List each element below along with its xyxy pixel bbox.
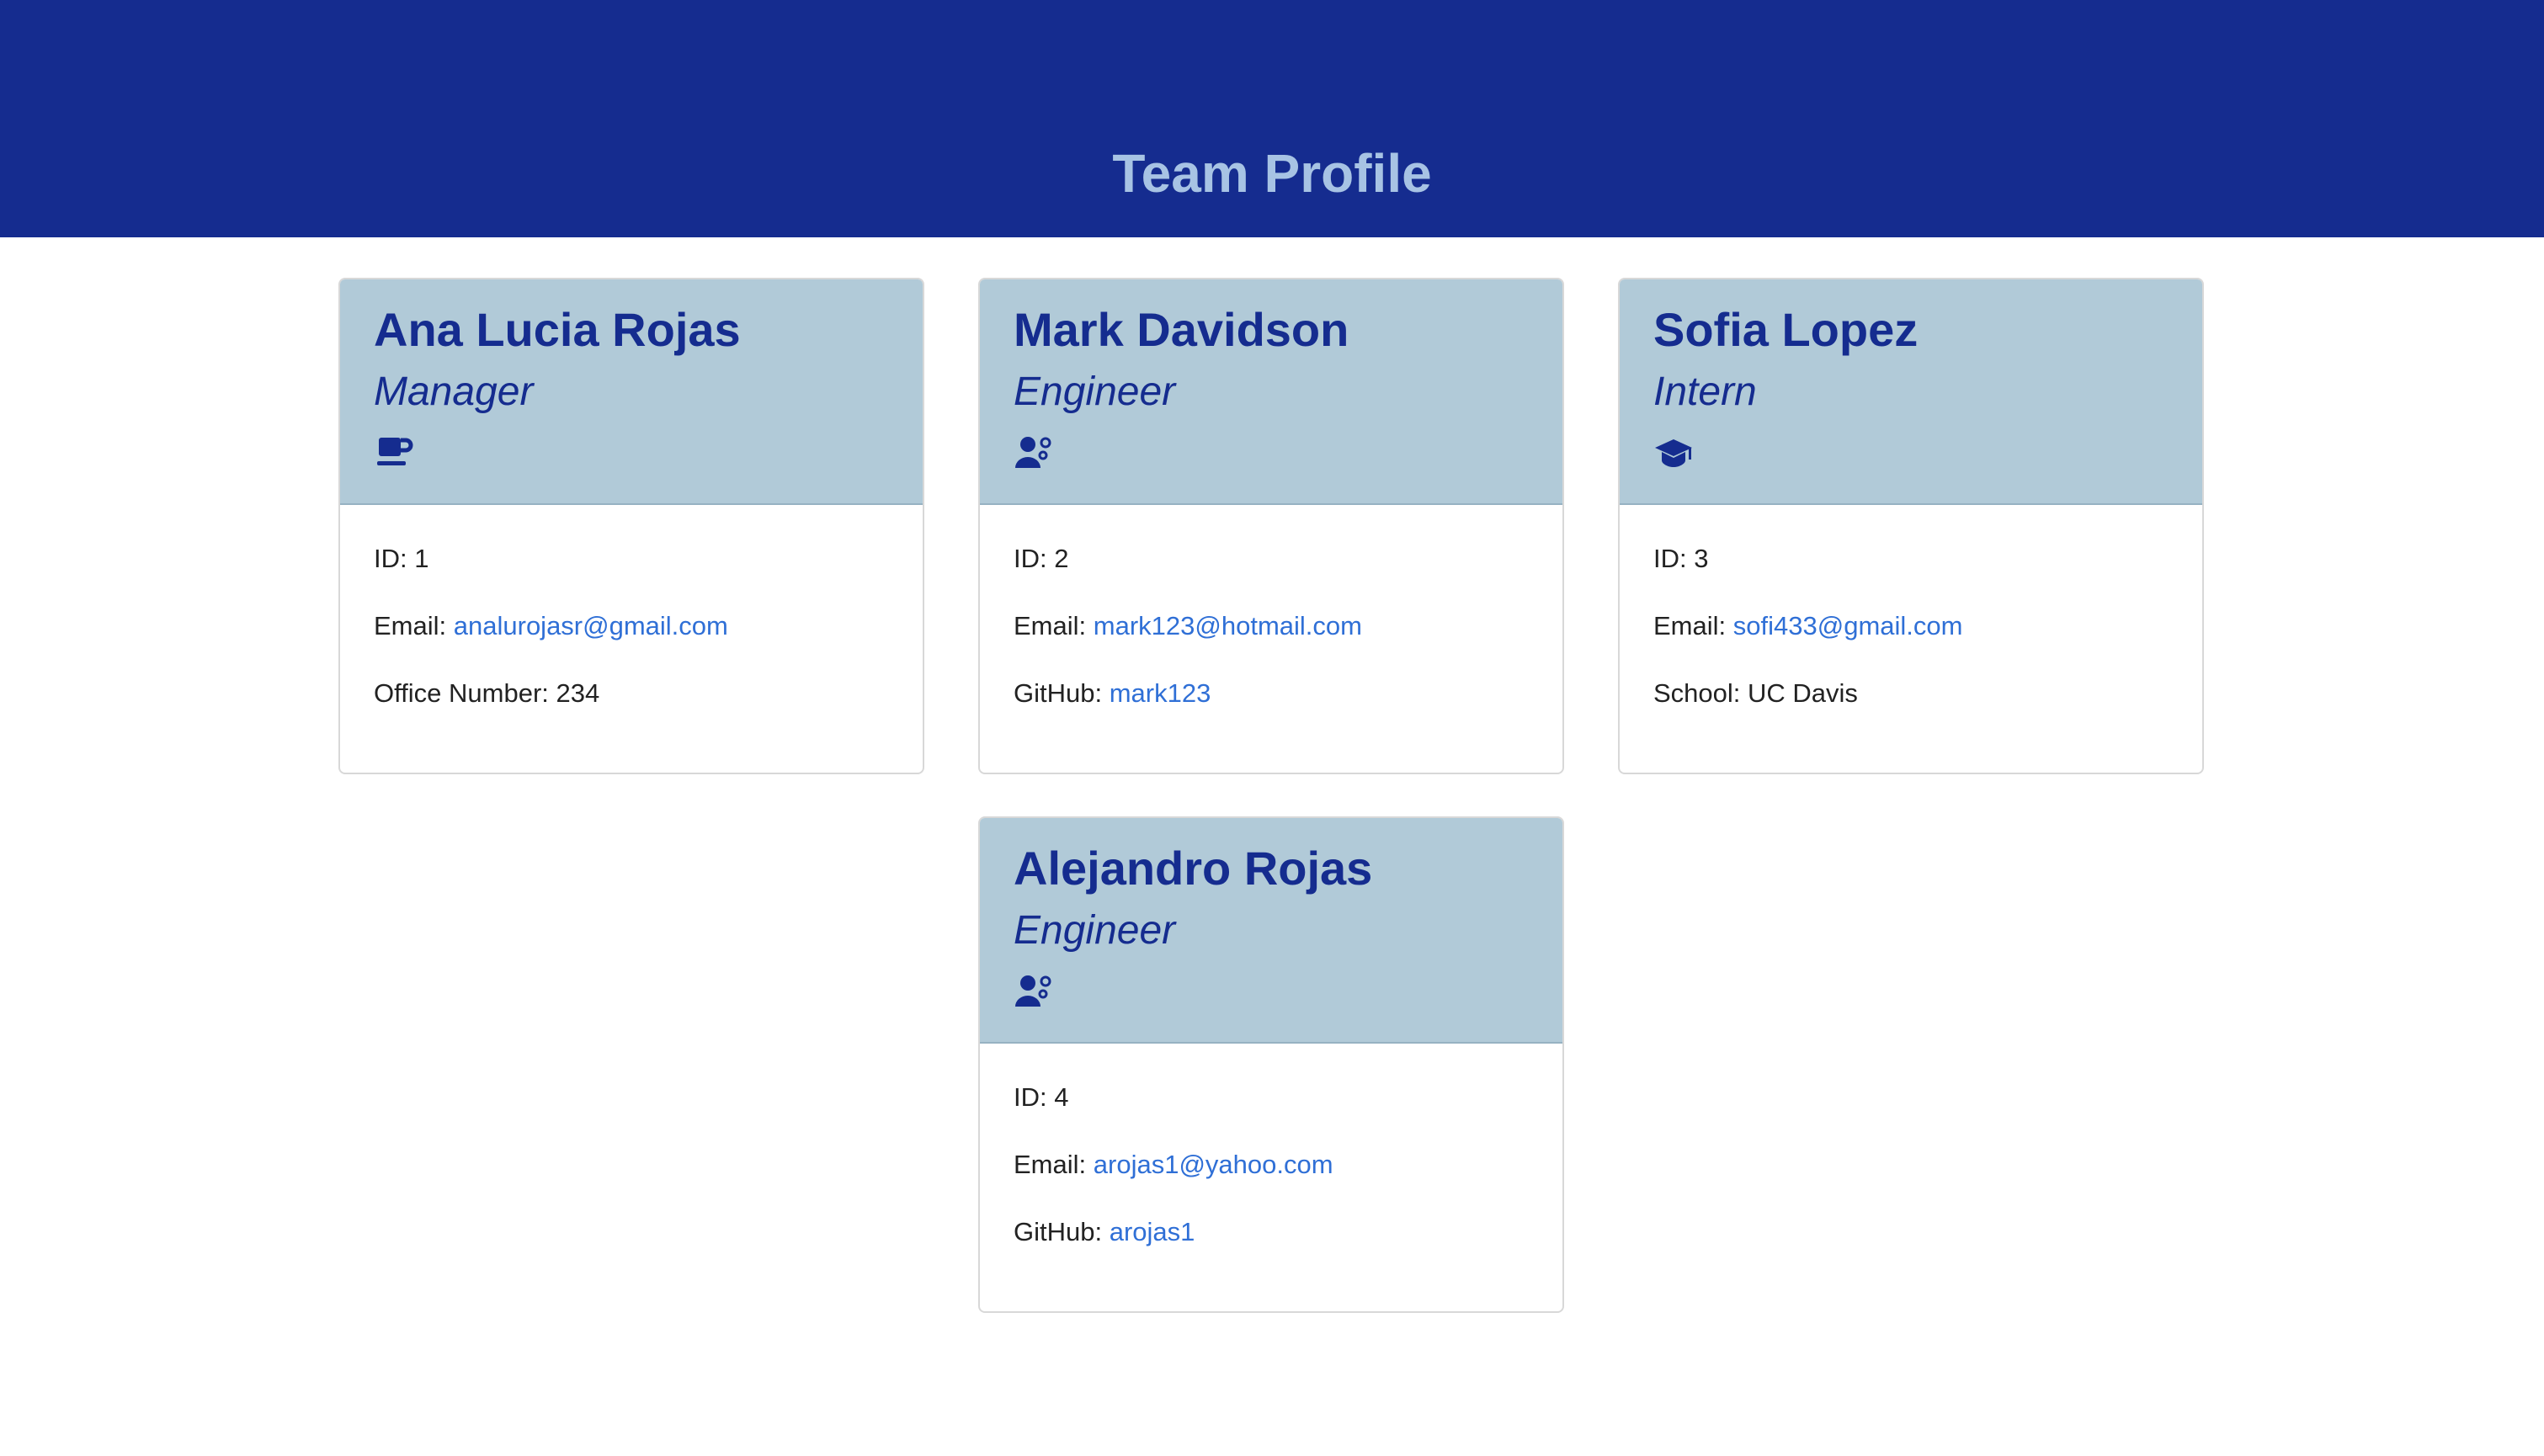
email-link[interactable]: arojas1@yahoo.com <box>1094 1150 1333 1179</box>
email-link[interactable]: sofi433@gmail.com <box>1733 611 1963 640</box>
email-row: Email: mark123@hotmail.com <box>1014 609 1362 677</box>
id-value: 3 <box>1694 544 1709 573</box>
id-row: ID: 2 <box>1014 542 1362 609</box>
github-link[interactable]: arojas1 <box>1110 1217 1195 1246</box>
email-row: Email: sofi433@gmail.com <box>1653 609 1962 677</box>
office-number-value: 234 <box>556 678 600 708</box>
email-link[interactable]: mark123@hotmail.com <box>1094 611 1362 640</box>
id-label: ID: <box>1653 544 1687 573</box>
id-value: 1 <box>414 544 429 573</box>
email-row: Email: analurojasr@gmail.com <box>374 609 728 677</box>
school-value: UC Davis <box>1748 678 1858 708</box>
card-body: ID: 2 Email: mark123@hotmail.com GitHub:… <box>1014 542 1362 744</box>
school-label: School: <box>1653 678 1741 708</box>
github-row: GitHub: arojas1 <box>1014 1215 1333 1283</box>
employee-card-intern: Sofia Lopez Intern ID: 3 Email: sofi433@… <box>1618 278 2204 774</box>
email-label: Email: <box>1014 611 1087 640</box>
card-body: ID: 3 Email: sofi433@gmail.com School: U… <box>1653 542 1962 744</box>
github-link[interactable]: mark123 <box>1110 678 1211 708</box>
id-value: 2 <box>1054 544 1069 573</box>
employee-role: Engineer <box>1014 369 1176 414</box>
card-header: Sofia Lopez Intern <box>1620 279 2202 505</box>
id-label: ID: <box>374 544 407 573</box>
card-header: Ana Lucia Rojas Manager <box>340 279 923 505</box>
email-label: Email: <box>1014 1150 1087 1179</box>
id-label: ID: <box>1014 1082 1047 1112</box>
office-number-row: Office Number: 234 <box>374 677 728 744</box>
github-label: GitHub: <box>1014 1217 1103 1246</box>
employee-role: Engineer <box>1014 908 1176 953</box>
id-value: 4 <box>1054 1082 1069 1112</box>
id-row: ID: 3 <box>1653 542 1962 609</box>
email-label: Email: <box>374 611 447 640</box>
card-header: Alejandro Rojas Engineer <box>980 818 1562 1044</box>
school-row: School: UC Davis <box>1653 677 1962 744</box>
user-gears-icon <box>1015 437 1051 468</box>
email-link[interactable]: analurojasr@gmail.com <box>454 611 728 640</box>
employee-card-engineer: Mark Davidson Engineer ID: 2 Email: mark… <box>978 278 1564 774</box>
employee-name: Mark Davidson <box>1014 303 1349 356</box>
employee-role: Manager <box>374 369 534 414</box>
employee-card-manager: Ana Lucia Rojas Manager ID: 1 Email: ana… <box>338 278 924 774</box>
card-body: ID: 1 Email: analurojasr@gmail.com Offic… <box>374 542 728 744</box>
employee-name: Sofia Lopez <box>1653 303 1919 356</box>
github-row: GitHub: mark123 <box>1014 677 1362 744</box>
coffee-mug-icon <box>377 438 413 465</box>
page-header: Team Profile <box>0 0 2544 237</box>
graduation-cap-icon <box>1655 439 1692 467</box>
employee-card-engineer: Alejandro Rojas Engineer ID: 4 Email: ar… <box>978 816 1564 1313</box>
page-title: Team Profile <box>1112 143 1432 204</box>
employee-name: Ana Lucia Rojas <box>374 303 741 356</box>
email-row: Email: arojas1@yahoo.com <box>1014 1148 1333 1215</box>
id-row: ID: 4 <box>1014 1081 1333 1148</box>
employee-name: Alejandro Rojas <box>1014 842 1373 895</box>
github-label: GitHub: <box>1014 678 1103 708</box>
card-header: Mark Davidson Engineer <box>980 279 1562 505</box>
office-number-label: Office Number: <box>374 678 549 708</box>
id-label: ID: <box>1014 544 1047 573</box>
email-label: Email: <box>1653 611 1727 640</box>
employee-role: Intern <box>1653 369 1757 414</box>
id-row: ID: 1 <box>374 542 728 609</box>
card-body: ID: 4 Email: arojas1@yahoo.com GitHub: a… <box>1014 1081 1333 1283</box>
user-gears-icon <box>1015 975 1051 1007</box>
